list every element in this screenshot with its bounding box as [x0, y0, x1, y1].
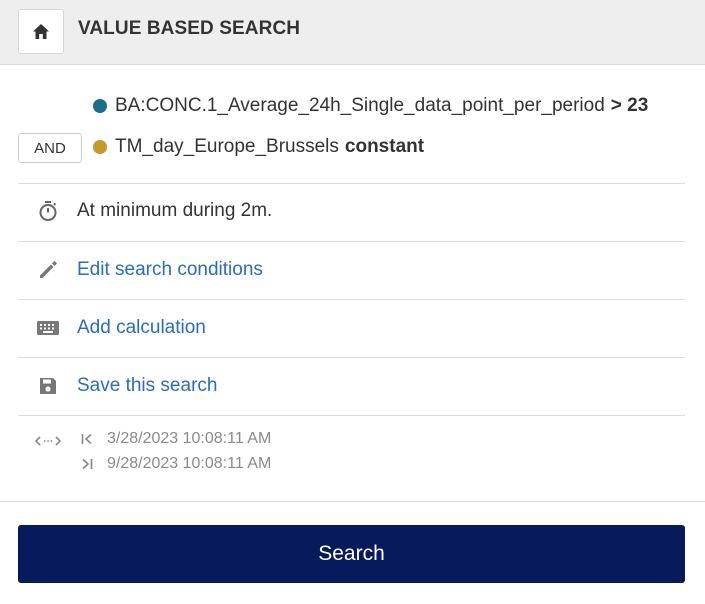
condition-operator: constant — [344, 136, 425, 157]
condition-row: TM_day_Europe_Brussels constant — [93, 132, 424, 162]
edit-search-conditions-link[interactable]: Edit search conditions — [77, 259, 263, 281]
panel-header: VALUE BASED SEARCH — [0, 0, 705, 65]
end-date: 9/28/2023 10:08:11 AM — [81, 453, 271, 475]
condition-series-name[interactable]: TM_day_Europe_Brussels — [115, 136, 339, 158]
divider — [18, 415, 685, 416]
range-start-icon — [81, 433, 95, 445]
home-button[interactable] — [18, 9, 64, 54]
date-range[interactable]: 3/28/2023 10:08:11 AM 9/28/2023 10:08:11… — [18, 428, 685, 478]
condition-operator: > 23 — [610, 95, 649, 116]
condition-series-name[interactable]: BA:CONC.1_Average_24h_Single_data_point_… — [115, 95, 605, 117]
end-date-text: 9/28/2023 10:08:11 AM — [107, 455, 272, 472]
add-calculation-link[interactable]: Add calculation — [77, 317, 206, 339]
edit-search-conditions-action[interactable]: Edit search conditions — [18, 242, 685, 298]
value-based-search-panel: VALUE BASED SEARCH BA:CONC.1_Average_24h… — [0, 0, 705, 604]
add-calculation-action[interactable]: Add calculation — [18, 300, 685, 356]
panel-title: VALUE BASED SEARCH — [78, 18, 301, 39]
pencil-icon — [33, 258, 63, 282]
stopwatch-icon — [33, 199, 63, 223]
condition-row: BA:CONC.1_Average_24h_Single_data_point_… — [93, 91, 648, 121]
range-end-icon — [81, 458, 95, 470]
save-search-action[interactable]: Save this search — [18, 358, 685, 414]
save-search-link[interactable]: Save this search — [77, 375, 217, 397]
range-icon — [33, 431, 63, 451]
and-connector-button[interactable]: AND — [18, 133, 82, 163]
save-icon — [33, 374, 63, 398]
duration-row: At minimum during 2m. — [18, 183, 685, 239]
series-color-dot — [93, 140, 107, 154]
start-date: 3/28/2023 10:08:11 AM — [81, 428, 271, 450]
start-date-text: 3/28/2023 10:08:11 AM — [107, 430, 272, 447]
home-icon — [32, 23, 50, 40]
search-button[interactable]: Search — [18, 525, 685, 583]
keyboard-icon — [33, 316, 63, 340]
duration-text: At minimum during 2m. — [77, 200, 273, 221]
series-color-dot — [93, 99, 107, 113]
divider — [0, 501, 705, 502]
